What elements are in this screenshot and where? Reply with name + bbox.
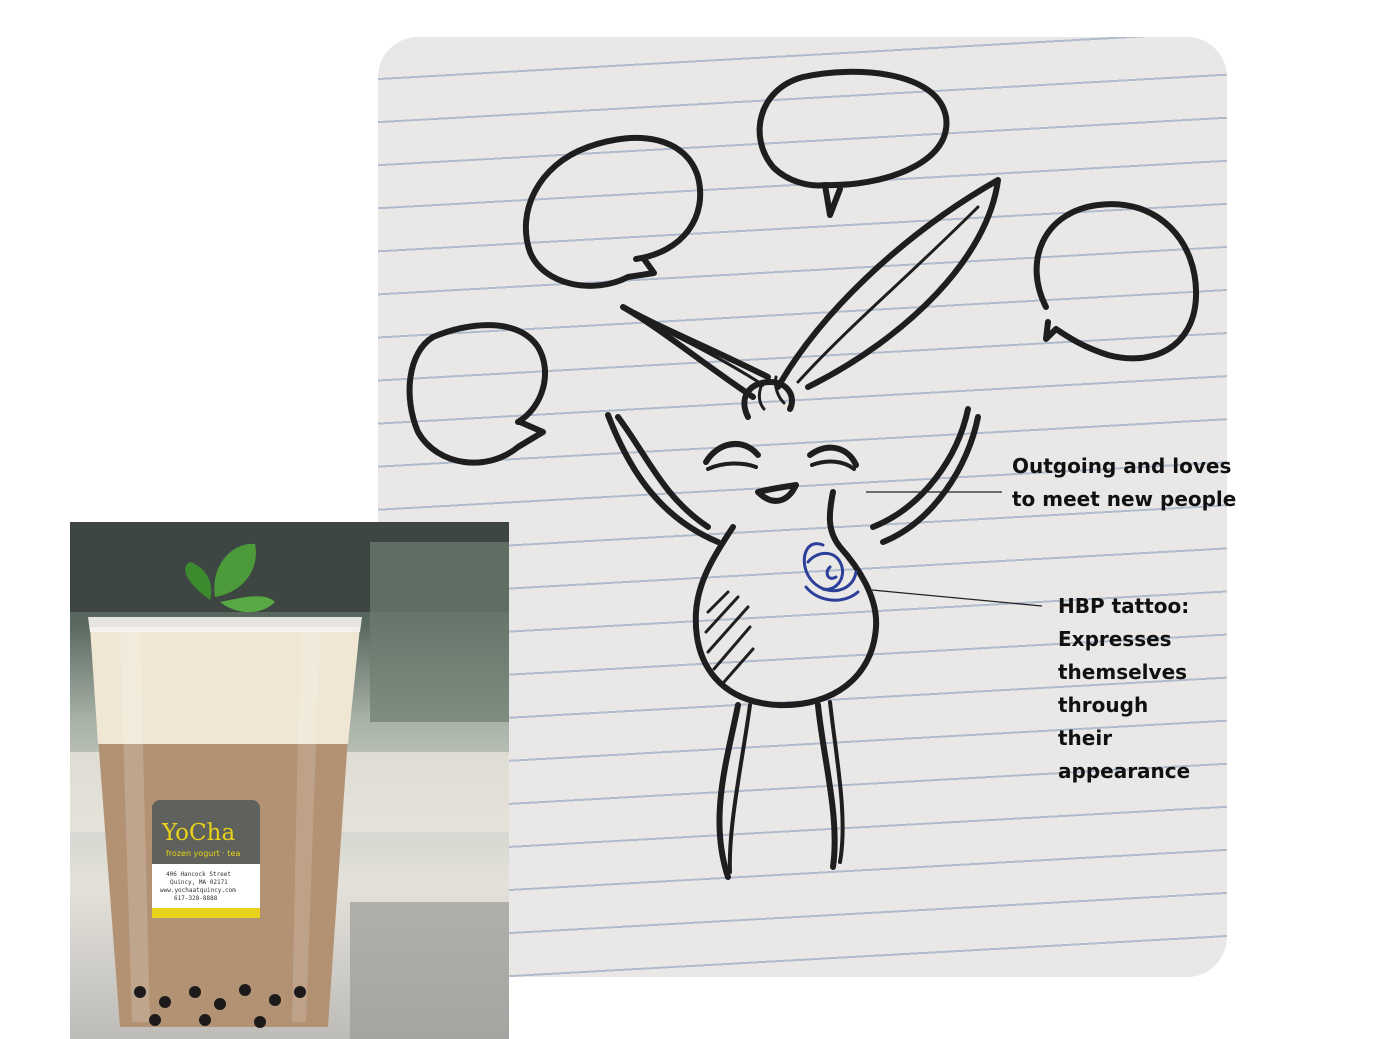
- cup-label-subtitle: frozen yogurt · tea: [166, 849, 240, 858]
- annotation-line: Expresses: [1058, 627, 1172, 651]
- bubble-tea-cup-illustration: YoCha frozen yogurt · tea 406 Hancock St…: [70, 522, 509, 1039]
- cup-label-address: www.yochaatquincy.com: [160, 887, 236, 894]
- annotation-line: appearance: [1058, 759, 1191, 783]
- bunny-eye: [703, 440, 761, 465]
- annotation-line: HBP tattoo:: [1058, 594, 1190, 618]
- cup-label-address: Quincy, MA 02171: [170, 879, 228, 886]
- bunny-arm: [870, 406, 971, 530]
- speech-bubble-icon: [1033, 201, 1200, 362]
- annotation-line: themselves: [1058, 660, 1188, 684]
- cup-label-brand: YoCha: [161, 820, 235, 846]
- annotation-tattoo: HBP tattoo: Expresses themselves through…: [1058, 590, 1208, 788]
- annotation-outgoing: Outgoing and loves to meet new people: [1012, 450, 1252, 516]
- bubble-tea-photo: YoCha frozen yogurt · tea 406 Hancock St…: [70, 522, 509, 1039]
- annotation-line: to meet new people: [1012, 487, 1237, 511]
- hbp-tattoo-icon: [802, 542, 860, 602]
- bunny-ear: [620, 304, 771, 400]
- speech-bubble-icon: [406, 322, 549, 466]
- speech-bubble-icon: [522, 134, 704, 289]
- bunny-ear: [775, 177, 1001, 390]
- annotation-line: Outgoing and loves: [1012, 454, 1232, 478]
- annotation-line: through: [1058, 693, 1149, 717]
- bunny-mouth: [755, 482, 799, 504]
- bunny-arm: [615, 414, 711, 530]
- speech-bubble-icon: [756, 68, 950, 218]
- cup-label-address: 617-328-8888: [174, 895, 218, 902]
- cup-label-address: 406 Hancock Street: [166, 871, 231, 878]
- annotation-line: their: [1058, 726, 1113, 750]
